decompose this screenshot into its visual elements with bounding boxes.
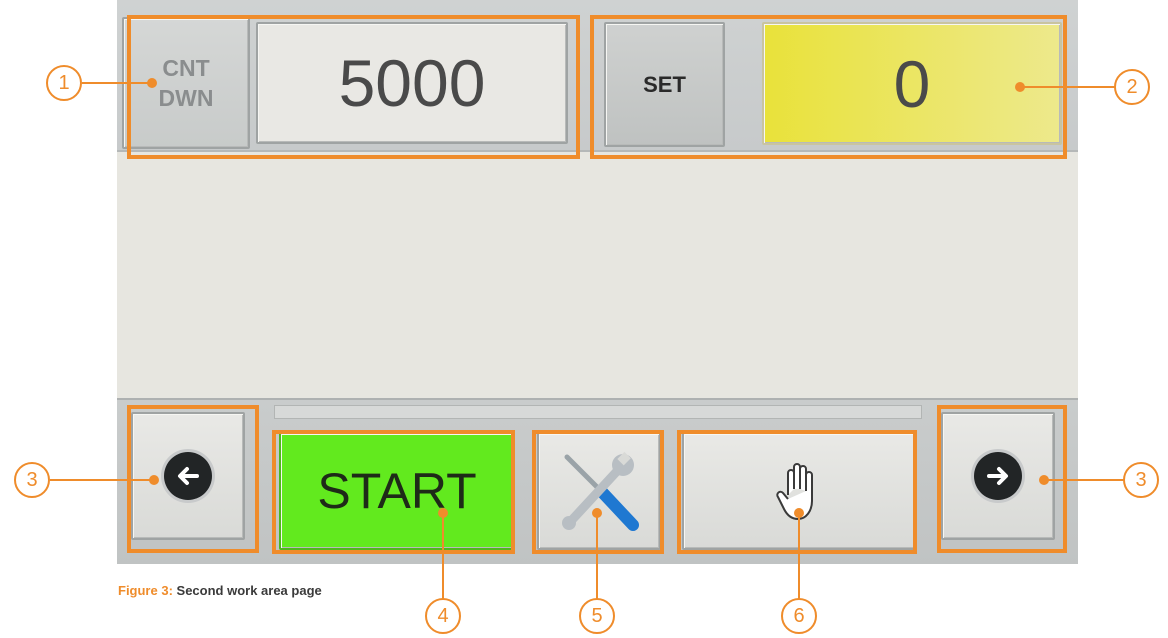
figure-label: Figure 3: xyxy=(118,583,173,598)
work-area xyxy=(117,152,1078,400)
pointer-dot-2 xyxy=(1015,82,1025,92)
leader-3-left xyxy=(50,479,154,481)
leader-1 xyxy=(82,82,152,84)
leader-5 xyxy=(596,512,598,600)
leader-2 xyxy=(1022,86,1116,88)
pointer-dot-3-left xyxy=(149,475,159,485)
callout-6: 6 xyxy=(781,598,817,634)
pointer-dot-3-right xyxy=(1039,475,1049,485)
callout-1: 1 xyxy=(46,65,82,101)
highlight-stop-button xyxy=(677,430,917,554)
figure-caption-text: Second work area page xyxy=(172,583,322,598)
highlight-setpoint-group xyxy=(590,15,1067,159)
leader-4 xyxy=(442,512,444,600)
callout-5: 5 xyxy=(579,598,615,634)
callout-3-right: 3 xyxy=(1123,462,1159,498)
leader-6 xyxy=(798,512,800,600)
highlight-start-button xyxy=(272,430,515,554)
callout-3-left: 3 xyxy=(14,462,50,498)
pointer-dot-6 xyxy=(794,508,804,518)
pointer-dot-4 xyxy=(438,508,448,518)
figure-caption: Figure 3: Second work area page xyxy=(118,583,322,598)
highlight-tools-button xyxy=(532,430,664,554)
pointer-dot-1 xyxy=(147,78,157,88)
callout-4: 4 xyxy=(425,598,461,634)
pointer-dot-5 xyxy=(592,508,602,518)
highlight-counter-group xyxy=(127,15,580,159)
callout-2: 2 xyxy=(1114,69,1150,105)
progress-track xyxy=(274,405,922,419)
leader-3-right xyxy=(1045,479,1125,481)
